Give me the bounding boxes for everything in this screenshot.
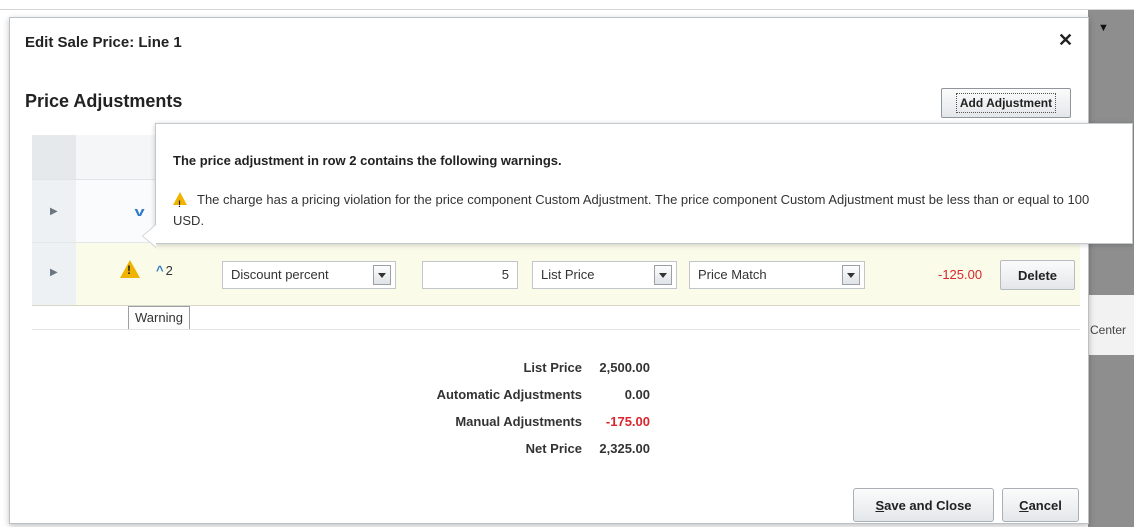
chevron-up-icon[interactable]: ^ bbox=[156, 263, 164, 278]
divider bbox=[32, 329, 1080, 330]
popup-pointer bbox=[142, 224, 156, 248]
header-gutter bbox=[32, 135, 76, 179]
warning-icon bbox=[173, 192, 187, 215]
dropdown-arrow-icon[interactable] bbox=[842, 265, 860, 285]
total-row-automatic-adjustments: Automatic Adjustments 0.00 bbox=[436, 387, 650, 402]
expand-row-icon[interactable]: ▶ bbox=[50, 206, 58, 217]
adjustment-type-select[interactable]: Discount percent bbox=[222, 261, 396, 289]
dialog-title: Edit Sale Price: Line 1 bbox=[25, 34, 182, 51]
background-dropdown-icon: ▼ bbox=[1098, 22, 1109, 34]
warning-popup: The price adjustment in row 2 contains t… bbox=[142, 123, 1133, 248]
row-number: ^ 2 bbox=[156, 263, 173, 278]
save-and-close-button[interactable]: Save and Close bbox=[853, 488, 994, 522]
reason-select[interactable]: Price Match bbox=[689, 261, 865, 289]
total-row-net-price: Net Price 2,325.00 bbox=[525, 441, 650, 456]
background-application: ▼ Center bbox=[1088, 10, 1134, 527]
dropdown-arrow-icon[interactable] bbox=[373, 265, 391, 285]
adjustment-value-input[interactable]: 5 bbox=[422, 261, 518, 289]
total-row-list-price: List Price 2,500.00 bbox=[523, 360, 650, 375]
expand-row-icon[interactable]: ▶ bbox=[50, 267, 58, 278]
basis-select[interactable]: List Price bbox=[532, 261, 677, 289]
background-partial-text: Center bbox=[1090, 323, 1127, 337]
close-icon[interactable]: ✕ bbox=[1058, 30, 1073, 51]
warning-popup-message: The charge has a pricing violation for t… bbox=[173, 189, 1111, 231]
total-row-manual-adjustments: Manual Adjustments -175.00 bbox=[455, 414, 650, 429]
table-row-2[interactable]: ▶ ^2 Discount percent 5 List Price Price… bbox=[32, 243, 1080, 306]
chevron-down-icon[interactable]: v bbox=[135, 204, 145, 219]
top-border bbox=[0, 9, 1134, 10]
delete-button[interactable]: Delete bbox=[1000, 260, 1075, 290]
section-title: Price Adjustments bbox=[25, 91, 183, 111]
add-adjustment-button[interactable]: Add Adjustment bbox=[941, 88, 1071, 118]
cancel-button[interactable]: Cancel bbox=[1002, 488, 1079, 522]
edit-sale-price-dialog: Edit Sale Price: Line 1 ✕ Price Adjustme… bbox=[9, 17, 1089, 524]
warning-icon[interactable] bbox=[120, 260, 140, 278]
warning-popup-heading: The price adjustment in row 2 contains t… bbox=[173, 153, 562, 168]
warning-tooltip: Warning bbox=[128, 306, 190, 330]
adjustment-amount: -125.00 bbox=[938, 267, 983, 282]
dropdown-arrow-icon[interactable] bbox=[654, 265, 672, 285]
